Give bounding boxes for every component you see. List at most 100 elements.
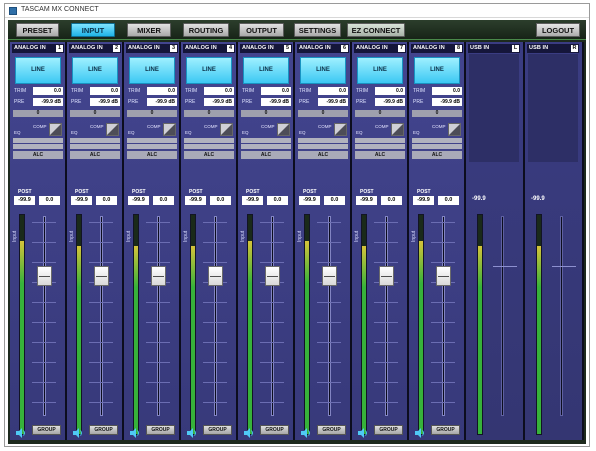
channel-strip-analog-in-1: ANALOG IN 1 LINE TRIM 0.0 PRE -99.9 dB 0 COMP EQ A… (10, 42, 66, 440)
tab-output[interactable]: OUTPUT (239, 23, 284, 37)
line-input-button[interactable]: LINE (414, 57, 460, 84)
tab-input[interactable]: INPUT (71, 23, 115, 37)
group-button[interactable]: GROUP (146, 425, 175, 435)
comp-curve-button[interactable] (106, 123, 119, 136)
speaker-icon[interactable] (73, 425, 84, 438)
logout-button[interactable]: LOGOUT (536, 23, 580, 37)
line-input-button[interactable]: LINE (15, 57, 61, 84)
eq-bar[interactable] (412, 144, 462, 149)
fader-value-field[interactable]: 0.0 (39, 196, 60, 205)
fader-tick (32, 362, 56, 363)
comp-curve-button[interactable] (277, 123, 290, 136)
group-button[interactable]: GROUP (317, 425, 346, 435)
eq-bar[interactable] (13, 138, 63, 143)
eq-bar[interactable] (355, 138, 405, 143)
tab-preset[interactable]: PRESET (16, 23, 59, 37)
fader-value-field[interactable]: 0.0 (381, 196, 402, 205)
alc-button[interactable]: ALC (412, 151, 462, 159)
eq-bar[interactable] (298, 138, 348, 143)
phase-gain-box[interactable]: 0 (241, 110, 291, 117)
group-button[interactable]: GROUP (374, 425, 403, 435)
group-button[interactable]: GROUP (32, 425, 61, 435)
phase-gain-box[interactable]: 0 (13, 110, 63, 117)
comp-curve-button[interactable] (49, 123, 62, 136)
trim-value[interactable]: 0.0 (33, 87, 63, 95)
eq-bar[interactable] (241, 144, 291, 149)
line-input-button[interactable]: LINE (357, 57, 403, 84)
alc-button[interactable]: ALC (298, 151, 348, 159)
eq-bar[interactable] (184, 144, 234, 149)
tab-routing[interactable]: ROUTING (183, 23, 229, 37)
line-input-button[interactable]: LINE (129, 57, 175, 84)
eq-bar[interactable] (241, 138, 291, 143)
fader-knob[interactable] (151, 266, 166, 286)
alc-button[interactable]: ALC (355, 151, 405, 159)
phase-gain-box[interactable]: 0 (127, 110, 177, 117)
fader-knob[interactable] (436, 266, 451, 286)
fader-value-field[interactable]: 0.0 (438, 196, 459, 205)
fader-knob[interactable] (37, 266, 52, 286)
speaker-icon[interactable] (187, 425, 198, 438)
comp-curve-button[interactable] (334, 123, 347, 136)
speaker-icon[interactable] (415, 425, 426, 438)
eq-bar[interactable] (13, 144, 63, 149)
group-button[interactable]: GROUP (260, 425, 289, 435)
tab-ez-connect[interactable]: EZ CONNECT (347, 23, 405, 37)
trim-value[interactable]: 0.0 (432, 87, 462, 95)
alc-button[interactable]: ALC (241, 151, 291, 159)
group-button[interactable]: GROUP (89, 425, 118, 435)
tab-settings[interactable]: SETTINGS (294, 23, 341, 37)
phase-gain-box[interactable]: 0 (298, 110, 348, 117)
comp-curve-button[interactable] (448, 123, 461, 136)
usb-empty-panel (469, 54, 519, 162)
eq-bar[interactable] (298, 144, 348, 149)
eq-bar[interactable] (127, 138, 177, 143)
eq-bar[interactable] (127, 144, 177, 149)
group-button[interactable]: GROUP (203, 425, 232, 435)
eq-bar[interactable] (184, 138, 234, 143)
fader-value-field[interactable]: 0.0 (96, 196, 117, 205)
comp-curve-button[interactable] (391, 123, 404, 136)
fader-knob[interactable] (265, 266, 280, 286)
fader-value-field[interactable]: 0.0 (267, 196, 288, 205)
eq-bar[interactable] (70, 138, 120, 143)
speaker-icon[interactable] (244, 425, 255, 438)
fader-value-field[interactable]: 0.0 (210, 196, 231, 205)
trim-value[interactable]: 0.0 (147, 87, 177, 95)
phase-gain-box[interactable]: 0 (355, 110, 405, 117)
tab-mixer[interactable]: MIXER (127, 23, 171, 37)
fader-knob[interactable] (322, 266, 337, 286)
eq-bar[interactable] (412, 138, 462, 143)
alc-button[interactable]: ALC (127, 151, 177, 159)
fader-tick (89, 262, 113, 263)
eq-bar[interactable] (355, 144, 405, 149)
fader-knob[interactable] (94, 266, 109, 286)
alc-button[interactable]: ALC (184, 151, 234, 159)
trim-value[interactable]: 0.0 (318, 87, 348, 95)
line-input-button[interactable]: LINE (300, 57, 346, 84)
trim-value[interactable]: 0.0 (90, 87, 120, 95)
line-input-button[interactable]: LINE (243, 57, 289, 84)
fader-knob[interactable] (208, 266, 223, 286)
phase-gain-box[interactable]: 0 (412, 110, 462, 117)
alc-button[interactable]: ALC (70, 151, 120, 159)
trim-value[interactable]: 0.0 (375, 87, 405, 95)
phase-gain-box[interactable]: 0 (70, 110, 120, 117)
fader-knob[interactable] (379, 266, 394, 286)
phase-gain-box[interactable]: 0 (184, 110, 234, 117)
fader-value-field[interactable]: 0.0 (324, 196, 345, 205)
eq-bar[interactable] (70, 144, 120, 149)
comp-curve-button[interactable] (163, 123, 176, 136)
alc-button[interactable]: ALC (13, 151, 63, 159)
speaker-icon[interactable] (358, 425, 369, 438)
speaker-icon[interactable] (301, 425, 312, 438)
speaker-icon[interactable] (16, 425, 27, 438)
line-input-button[interactable]: LINE (186, 57, 232, 84)
fader-value-field[interactable]: 0.0 (153, 196, 174, 205)
group-button[interactable]: GROUP (431, 425, 460, 435)
trim-value[interactable]: 0.0 (204, 87, 234, 95)
speaker-icon[interactable] (130, 425, 141, 438)
comp-curve-button[interactable] (220, 123, 233, 136)
trim-value[interactable]: 0.0 (261, 87, 291, 95)
line-input-button[interactable]: LINE (72, 57, 118, 84)
